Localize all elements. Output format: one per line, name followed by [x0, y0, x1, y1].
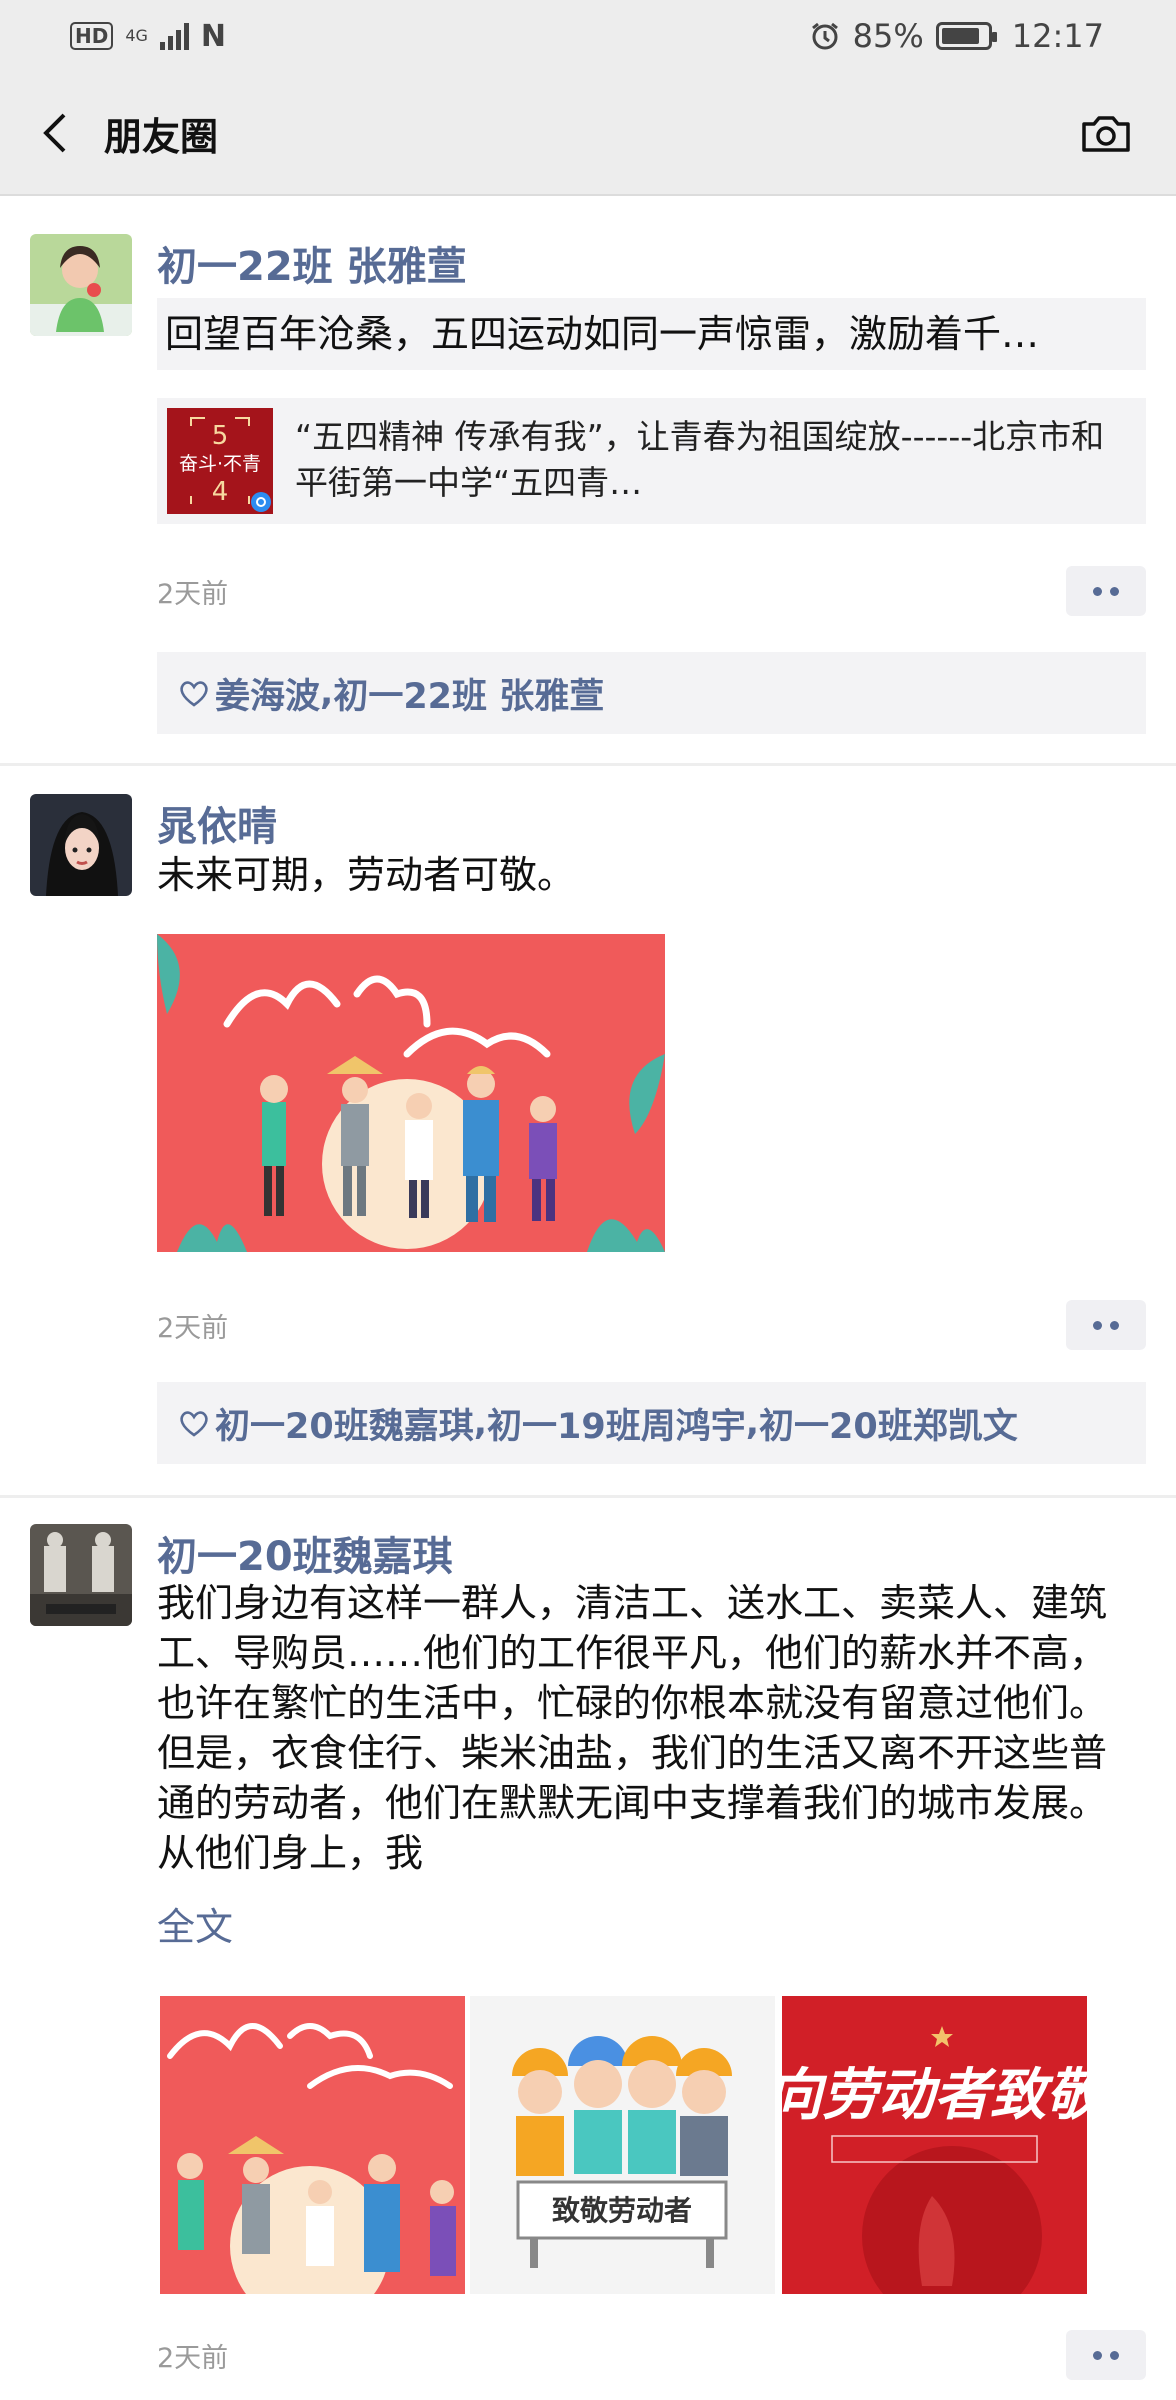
more-button[interactable]: [1066, 566, 1146, 616]
thumb-number-4: 4: [212, 477, 229, 507]
alarm-icon: [811, 22, 838, 50]
post-image[interactable]: [160, 1996, 465, 2294]
dot-icon: [1093, 2350, 1102, 2360]
avatar[interactable]: [30, 794, 132, 896]
likes-bar: 初一20班魏嘉琪, 初一19班周鸿宇, 初一20班郑凯文: [157, 1382, 1146, 1464]
moment-post: 初一20班魏嘉琪 我们身边有这样一群人，清洁工、送水工、卖菜人、建筑工、导购员……: [0, 1498, 1176, 2398]
link-thumbnail: 5 奋斗·不青 4: [167, 408, 273, 514]
dot-icon: [1093, 1320, 1102, 1330]
status-left: HD 4G N: [70, 19, 226, 54]
liker-name[interactable]: 姜海波: [215, 668, 320, 719]
status-bar: HD 4G N 85% 12:17: [0, 0, 1176, 72]
liker-name[interactable]: 初一20班魏嘉琪: [215, 1398, 474, 1449]
image-caption: 向劳动者致敬: [782, 2062, 1087, 2128]
signal-icon: [159, 22, 189, 50]
hd-badge: HD: [70, 22, 114, 50]
post-time: 2天前: [157, 2343, 229, 2374]
post-time: 2天前: [157, 1313, 229, 1344]
post-image[interactable]: 向劳动者致敬: [782, 1996, 1087, 2294]
camera-icon: [1082, 116, 1130, 152]
author-name[interactable]: 初一22班 张雅萱: [157, 234, 467, 292]
more-button[interactable]: [1066, 2330, 1146, 2380]
link-title: “五四精神 传承有我”，让青春为祖国绽放------北京市和平街第一中学“五四青…: [295, 417, 1105, 502]
network-type: 4G: [125, 26, 148, 45]
page-title: 朋友圈: [104, 114, 219, 159]
post-image[interactable]: [157, 934, 665, 1252]
moment-post: 晁依晴 未来可期，劳动者可敬。 2天前 初一20班魏嘉琪 , 初一19班周鸿宇 …: [0, 766, 1176, 1498]
moments-feed: 初一22班 张雅萱 回望百年沧桑，五四运动如同一声惊雷，激励着千… 5 奋斗·不…: [0, 198, 1176, 2398]
dot-icon: [1110, 1320, 1119, 1330]
heart-icon: [180, 1411, 208, 1437]
post-text[interactable]: 回望百年沧桑，五四运动如同一声惊雷，激励着千…: [157, 298, 1146, 370]
image-caption: 致敬劳动者: [552, 2194, 692, 2227]
clock: 12:17: [1011, 17, 1104, 55]
avatar[interactable]: [30, 234, 132, 336]
post-image[interactable]: 致敬劳动者: [470, 1996, 775, 2294]
battery-icon: [935, 22, 997, 50]
author-name[interactable]: 晁依晴: [157, 794, 277, 852]
nav-bar: 朋友圈: [0, 72, 1176, 196]
chevron-left-icon: [43, 113, 66, 153]
dot-icon: [1110, 586, 1119, 596]
thumb-slogan: 奋斗·不青: [179, 453, 261, 475]
author-name[interactable]: 初一20班魏嘉琪: [157, 1524, 453, 1582]
link-card[interactable]: 5 奋斗·不青 4 “五四精神 传承有我”，让青春为祖国绽放------北京市和…: [157, 398, 1146, 524]
battery-fill: [941, 28, 980, 44]
nfc-icon: N: [200, 18, 227, 54]
dot-icon: [1093, 586, 1102, 596]
heart-icon: [180, 681, 208, 707]
battery-percent: 85%: [852, 17, 924, 55]
post-time: 2天前: [157, 579, 229, 610]
post-text[interactable]: 我们身边有这样一群人，清洁工、送水工、卖菜人、建筑工、导购员……他们的工作很平凡…: [157, 1578, 1125, 1878]
full-text-link[interactable]: 全文: [157, 1896, 233, 1951]
more-button[interactable]: [1066, 1300, 1146, 1350]
liker-name[interactable]: 初一19班周鸿宇: [487, 1398, 746, 1449]
likes-bar: 姜海波, 初一22班 张雅萱: [157, 652, 1146, 734]
liker-name[interactable]: 初一20班郑凯文: [759, 1398, 1018, 1449]
status-right: 85% 12:17: [809, 17, 1104, 55]
liker-name[interactable]: 初一22班 张雅萱: [333, 668, 604, 719]
back-button[interactable]: [28, 105, 84, 161]
thumb-number-5: 5: [212, 421, 229, 451]
post-text[interactable]: 未来可期，劳动者可敬。: [157, 850, 1125, 900]
camera-button[interactable]: [1076, 104, 1136, 164]
dot-icon: [1110, 2350, 1119, 2360]
avatar[interactable]: [30, 1524, 132, 1626]
moment-post: 初一22班 张雅萱 回望百年沧桑，五四运动如同一声惊雷，激励着千… 5 奋斗·不…: [0, 198, 1176, 766]
